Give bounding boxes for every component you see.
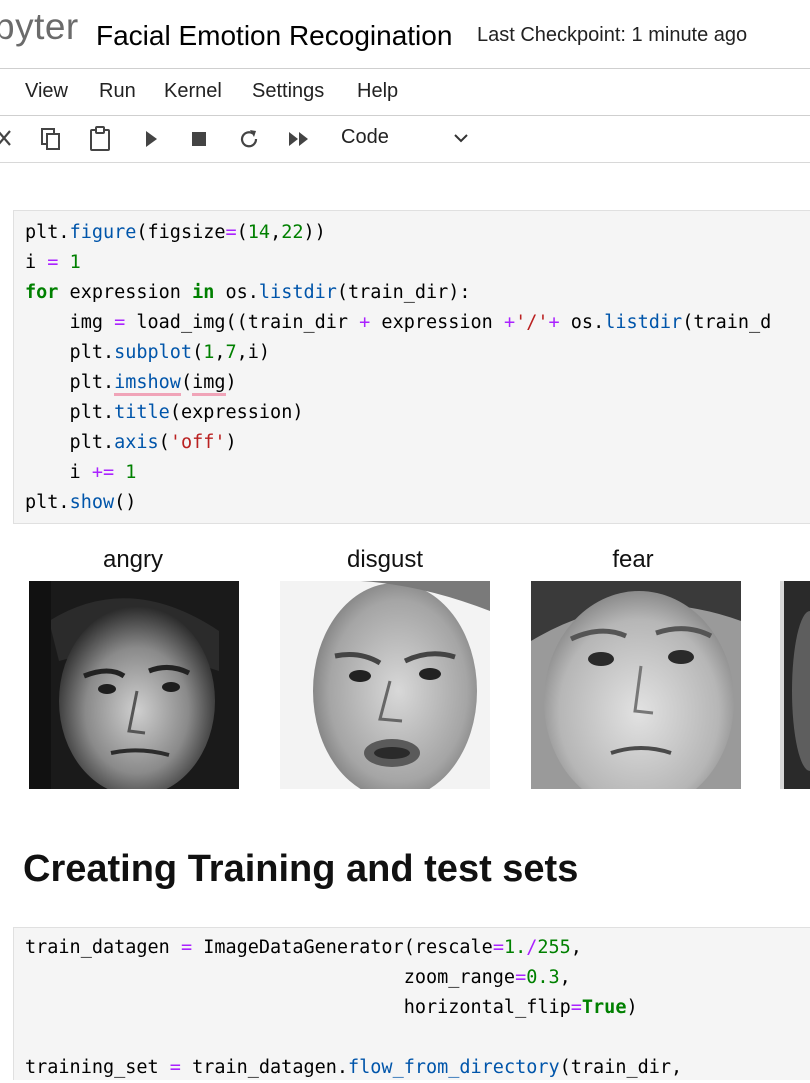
code-line: plt.subplot(1,7,i) (25, 342, 271, 363)
run-button[interactable] (136, 125, 166, 153)
paste-button[interactable] (85, 125, 115, 153)
jupyter-logo[interactable]: pyter (0, 6, 79, 48)
toolbar-divider (0, 162, 810, 163)
face-image-disgust (280, 581, 490, 789)
code-line: training_set = train_datagen.flow_from_d… (25, 1057, 683, 1078)
copy-icon (41, 128, 60, 150)
markdown-heading: Creating Training and test sets (23, 848, 579, 890)
code-line: i += 1 (25, 462, 137, 483)
menu-bar: View Run Kernel Settings Help (0, 69, 810, 115)
menu-run[interactable]: Run (99, 80, 136, 103)
face-image-fear (531, 581, 741, 789)
code-line: for expression in os.listdir(train_dir): (25, 282, 471, 303)
run-icon (146, 131, 157, 147)
menu-view[interactable]: View (25, 80, 68, 103)
code-line: train_datagen = ImageDataGenerator(resca… (25, 937, 582, 958)
notebook-title[interactable]: Facial Emotion Recogination (96, 20, 452, 52)
face-image-angry (29, 581, 239, 789)
code-cell-2[interactable]: train_datagen = ImageDataGenerator(resca… (13, 927, 810, 1080)
output-title-fear: fear (612, 546, 654, 573)
code-line: i = 1 (25, 252, 81, 273)
fast-forward-icon (289, 132, 308, 146)
output-title-angry: angry (102, 546, 164, 573)
restart-button[interactable] (234, 125, 264, 153)
face-image-partial (780, 581, 810, 789)
cut-icon (0, 130, 11, 146)
cut-button[interactable] (0, 125, 20, 153)
paste-icon (90, 126, 110, 151)
output-title-disgust: disgust (346, 546, 424, 573)
code-line: plt.axis('off') (25, 432, 237, 453)
code-line: plt.imshow(img) (25, 368, 237, 398)
code-cell-1[interactable]: plt.figure(figsize=(14,22)) i = 1 for ex… (13, 210, 810, 524)
stop-button[interactable] (184, 125, 214, 153)
code-line: plt.figure(figsize=(14,22)) (25, 222, 326, 243)
notebook-header: pyter Facial Emotion Recogination Last C… (0, 0, 810, 68)
menu-kernel[interactable]: Kernel (164, 80, 222, 103)
restart-icon (240, 130, 258, 148)
code-line: img = load_img((train_dir + expression +… (25, 312, 772, 333)
code-line: plt.show() (25, 492, 137, 513)
stop-icon (192, 132, 206, 146)
menu-help[interactable]: Help (357, 80, 398, 103)
last-checkpoint: Last Checkpoint: 1 minute ago (477, 24, 748, 46)
cell-type-select[interactable]: Code (341, 126, 389, 149)
code-line: horizontal_flip=True) (25, 997, 638, 1018)
menu-settings[interactable]: Settings (252, 80, 324, 103)
restart-run-all-button[interactable] (284, 125, 314, 153)
chevron-down-icon[interactable] (451, 128, 471, 148)
copy-button[interactable] (36, 125, 66, 153)
code-line: plt.title(expression) (25, 402, 304, 423)
code-line: zoom_range=0.3, (25, 967, 571, 988)
notebook-toolbar: Code (0, 116, 810, 162)
